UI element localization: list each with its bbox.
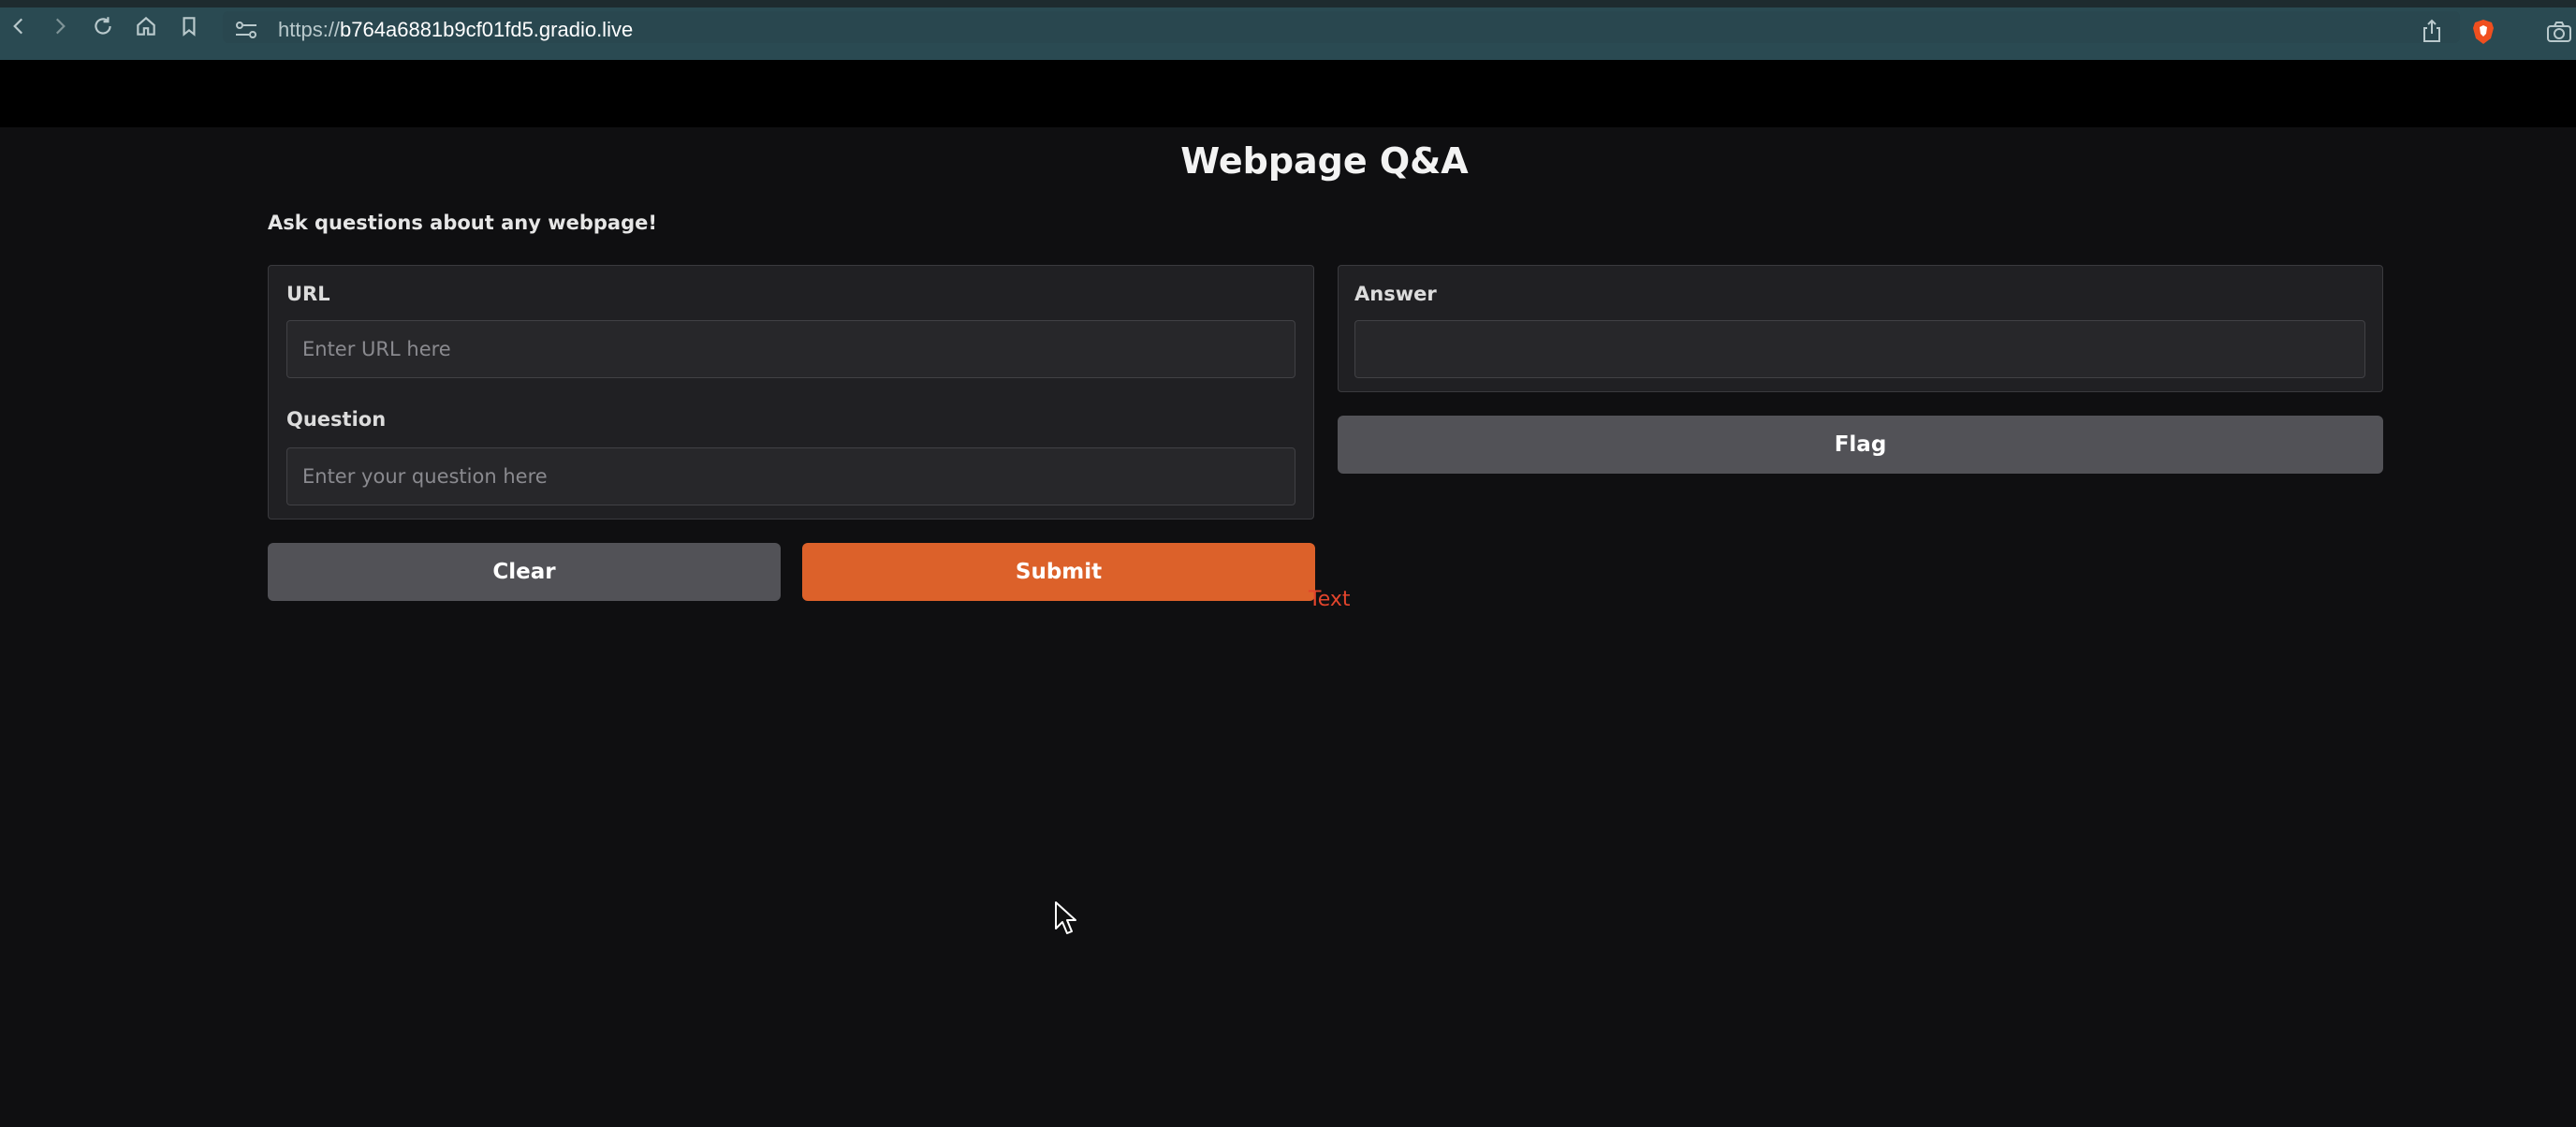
clear-button[interactable]: Clear (268, 543, 781, 601)
url-input[interactable] (286, 320, 1295, 378)
site-settings-icon[interactable] (234, 21, 258, 39)
window-top-edge (0, 0, 2576, 7)
url-scheme: https:// (278, 18, 341, 41)
home-icon (137, 16, 155, 36)
question-input[interactable] (286, 447, 1295, 505)
bookmark-button[interactable] (174, 11, 204, 41)
page-title: Webpage Q&A (1180, 140, 1469, 182)
page-description: Ask questions about any webpage! (268, 212, 657, 234)
page-header-strip (0, 60, 2576, 127)
home-button[interactable] (131, 11, 161, 41)
question-label: Question (286, 408, 387, 431)
answer-label: Answer (1354, 283, 1437, 305)
camera-icon[interactable] (2546, 21, 2572, 43)
brave-shield-icon[interactable] (2471, 19, 2496, 45)
flag-button[interactable]: Flag (1338, 416, 2383, 474)
back-button[interactable] (4, 11, 34, 41)
url-host: b764a6881b9cf01fd5.gradio.live (340, 18, 634, 41)
address-bar-url[interactable]: https://b764a6881b9cf01fd5.gradio.live (278, 17, 633, 43)
mouse-cursor-icon (1055, 901, 1076, 934)
answer-output[interactable] (1354, 320, 2365, 378)
bookmark-icon (183, 17, 196, 37)
submit-button[interactable]: Submit (802, 543, 1315, 601)
share-icon[interactable] (2421, 19, 2443, 43)
url-label: URL (286, 283, 330, 305)
reload-button[interactable] (88, 11, 118, 41)
forward-button[interactable] (45, 11, 75, 41)
stray-text-label: Text (1309, 588, 1351, 611)
reload-icon (95, 17, 111, 35)
chevron-right-icon (55, 18, 66, 35)
chevron-left-icon (13, 18, 23, 35)
